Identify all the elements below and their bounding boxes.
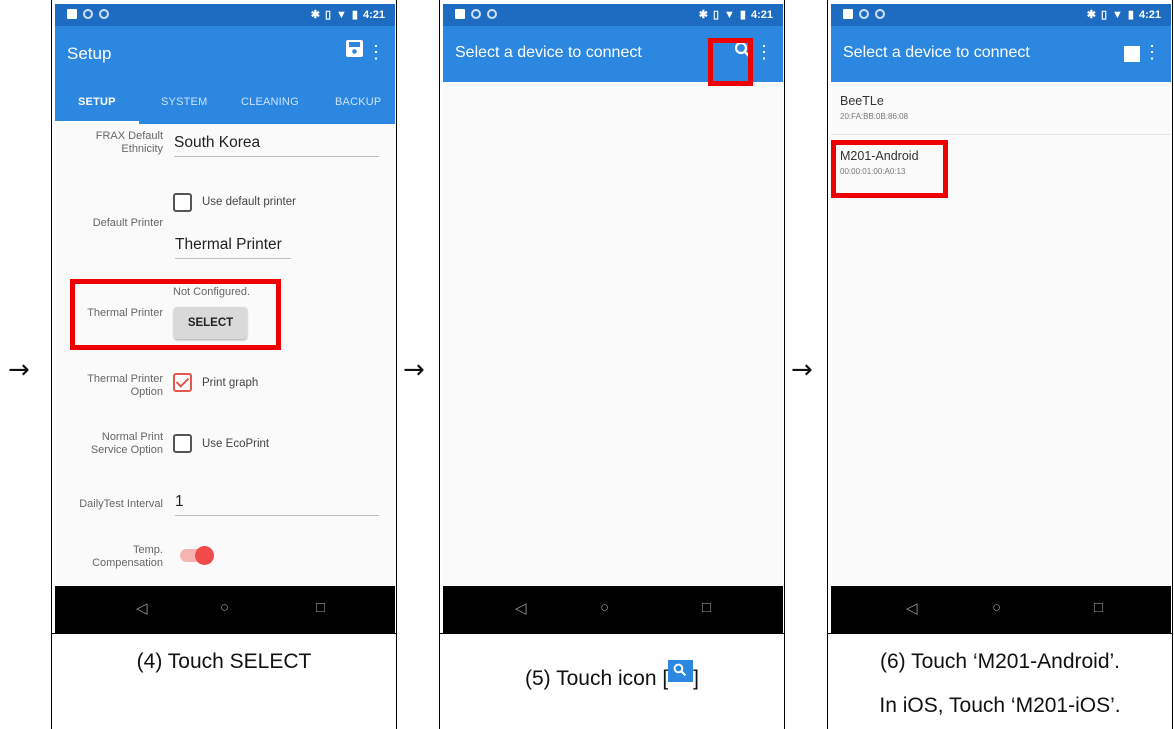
step-panel-4: ✱ ▯ ▼ ▮ 4:21 Setup ⋮ SETUP SYSTEM CLEANING B… xyxy=(51,0,397,729)
temp-compensation-toggle[interactable] xyxy=(180,546,214,565)
wifi-icon: ▼ xyxy=(724,8,735,21)
page-title: Setup xyxy=(67,44,112,63)
phone-screen: ✱ ▯ ▼ ▮ 4:21 Setup ⋮ SETUP SYSTEM CLEANING B… xyxy=(55,4,395,634)
print-graph-checkbox[interactable] xyxy=(173,373,192,392)
back-icon[interactable]: ◁ xyxy=(515,599,527,617)
tab-system[interactable]: SYSTEM xyxy=(161,96,207,108)
notification-icon xyxy=(843,9,853,19)
wifi-icon: ▼ xyxy=(336,8,347,21)
caption-divider xyxy=(52,633,396,634)
dailytest-interval-field[interactable]: 1 xyxy=(175,493,379,516)
tab-cleaning[interactable]: CLEANING xyxy=(241,96,299,108)
device-name: BeeTLe xyxy=(840,94,884,108)
step-caption: (4) Touch SELECT xyxy=(136,650,312,673)
search-icon xyxy=(668,660,694,682)
highlight-box xyxy=(831,140,948,198)
page-title: Select a device to connect xyxy=(455,44,642,61)
toggle-knob xyxy=(195,546,214,565)
device-address: 20:FA:BB:0B:86:08 xyxy=(840,112,909,121)
notification-dot-icon xyxy=(99,9,109,19)
step-panel-5: ✱ ▯ ▼ ▮ 4:21 Select a device to connect ⋮ ◁ … xyxy=(439,0,785,729)
recents-icon[interactable]: □ xyxy=(316,599,325,616)
thermal-printer-option-label: Thermal Printer Option xyxy=(87,373,163,398)
normal-print-service-label: Normal Print Service Option xyxy=(90,431,163,456)
back-icon[interactable]: ◁ xyxy=(906,599,918,617)
bluetooth-icon: ✱ xyxy=(1086,9,1096,21)
phone-screen: ✱ ▯ ▼ ▮ 4:21 Select a device to connect ⋮ Be… xyxy=(831,4,1171,634)
dailytest-interval-label: DailyTest Interval xyxy=(79,498,163,510)
highlight-box xyxy=(708,38,753,86)
android-nav-bar: ◁ ○ □ xyxy=(55,586,395,634)
notification-dot-icon xyxy=(487,9,497,19)
flow-arrow: → xyxy=(791,355,813,385)
overflow-menu-icon[interactable]: ⋮ xyxy=(1143,42,1161,63)
notification-dot-icon xyxy=(83,9,93,19)
back-icon[interactable]: ◁ xyxy=(136,599,148,617)
status-time: 4:21 xyxy=(1138,8,1161,21)
active-tab-indicator xyxy=(55,121,139,124)
print-graph-label: Print graph xyxy=(202,377,259,389)
page-title: Select a device to connect xyxy=(843,44,1030,61)
frax-ethnicity-field[interactable]: South Korea xyxy=(174,134,379,157)
flow-arrow: → xyxy=(8,355,30,385)
flow-arrow: → xyxy=(403,355,425,385)
vibrate-icon: ▯ xyxy=(1100,9,1108,21)
home-icon[interactable]: ○ xyxy=(600,599,609,616)
notification-dot-icon xyxy=(859,9,869,19)
android-nav-bar: ◁ ○ □ xyxy=(831,586,1171,634)
vibrate-icon: ▯ xyxy=(324,9,332,21)
battery-icon: ▮ xyxy=(1127,9,1134,21)
notification-dot-icon xyxy=(875,9,885,19)
list-divider xyxy=(831,134,1171,135)
highlight-box xyxy=(70,279,281,350)
use-default-printer-label: Use default printer xyxy=(202,196,296,208)
recents-icon[interactable]: □ xyxy=(1094,599,1103,616)
status-time: 4:21 xyxy=(750,8,773,21)
stop-scan-icon[interactable] xyxy=(1124,46,1140,62)
tab-backup[interactable]: BACKUP xyxy=(335,96,381,108)
home-icon[interactable]: ○ xyxy=(220,599,229,616)
save-icon[interactable] xyxy=(346,40,363,63)
tab-bar: SETUP SYSTEM CLEANING BACKUP xyxy=(55,82,395,124)
home-icon[interactable]: ○ xyxy=(992,599,1001,616)
device-list-item[interactable]: BeeTLe 20:FA:BB:0B:86:08 xyxy=(840,94,908,121)
phone-screen: ✱ ▯ ▼ ▮ 4:21 Select a device to connect ⋮ ◁ … xyxy=(443,4,783,634)
bluetooth-icon: ✱ xyxy=(310,9,320,21)
use-default-printer-checkbox[interactable] xyxy=(173,193,192,212)
caption-divider xyxy=(440,633,784,634)
temp-compensation-label: Temp. Compensation xyxy=(92,544,163,569)
app-bar: Select a device to connect ⋮ xyxy=(831,26,1171,82)
battery-icon: ▮ xyxy=(351,9,358,21)
notification-icon xyxy=(67,9,77,19)
step-panel-6: ✱ ▯ ▼ ▮ 4:21 Select a device to connect ⋮ Be… xyxy=(827,0,1173,729)
frax-label: FRAX Default Ethnicity xyxy=(95,130,163,155)
app-bar: Setup ⋮ xyxy=(55,26,395,82)
tab-setup[interactable]: SETUP xyxy=(78,96,116,108)
notification-icon xyxy=(455,9,465,19)
android-nav-bar: ◁ ○ □ xyxy=(443,586,783,634)
notification-dot-icon xyxy=(471,9,481,19)
bluetooth-icon: ✱ xyxy=(698,9,708,21)
overflow-menu-icon[interactable]: ⋮ xyxy=(367,42,385,63)
caption-divider xyxy=(828,633,1172,634)
recents-icon[interactable]: □ xyxy=(702,599,711,616)
step-caption: (6) Touch ‘M201-Android’. xyxy=(879,650,1121,673)
status-bar: ✱ ▯ ▼ ▮ 4:21 xyxy=(443,4,783,26)
use-ecoprint-checkbox[interactable] xyxy=(173,434,192,453)
overflow-menu-icon[interactable]: ⋮ xyxy=(755,42,773,63)
status-bar: ✱ ▯ ▼ ▮ 4:21 xyxy=(55,4,395,26)
step-caption-ios: In iOS, Touch ‘M201-iOS’. xyxy=(879,694,1121,717)
status-time: 4:21 xyxy=(362,8,385,21)
step-caption: (5) Touch icon [] xyxy=(440,660,784,691)
default-printer-label: Default Printer xyxy=(92,217,163,229)
status-bar: ✱ ▯ ▼ ▮ 4:21 xyxy=(831,4,1171,26)
wifi-icon: ▼ xyxy=(1112,8,1123,21)
use-ecoprint-label: Use EcoPrint xyxy=(202,438,270,450)
battery-icon: ▮ xyxy=(739,9,746,21)
vibrate-icon: ▯ xyxy=(712,9,720,21)
default-printer-field[interactable]: Thermal Printer xyxy=(175,236,291,259)
